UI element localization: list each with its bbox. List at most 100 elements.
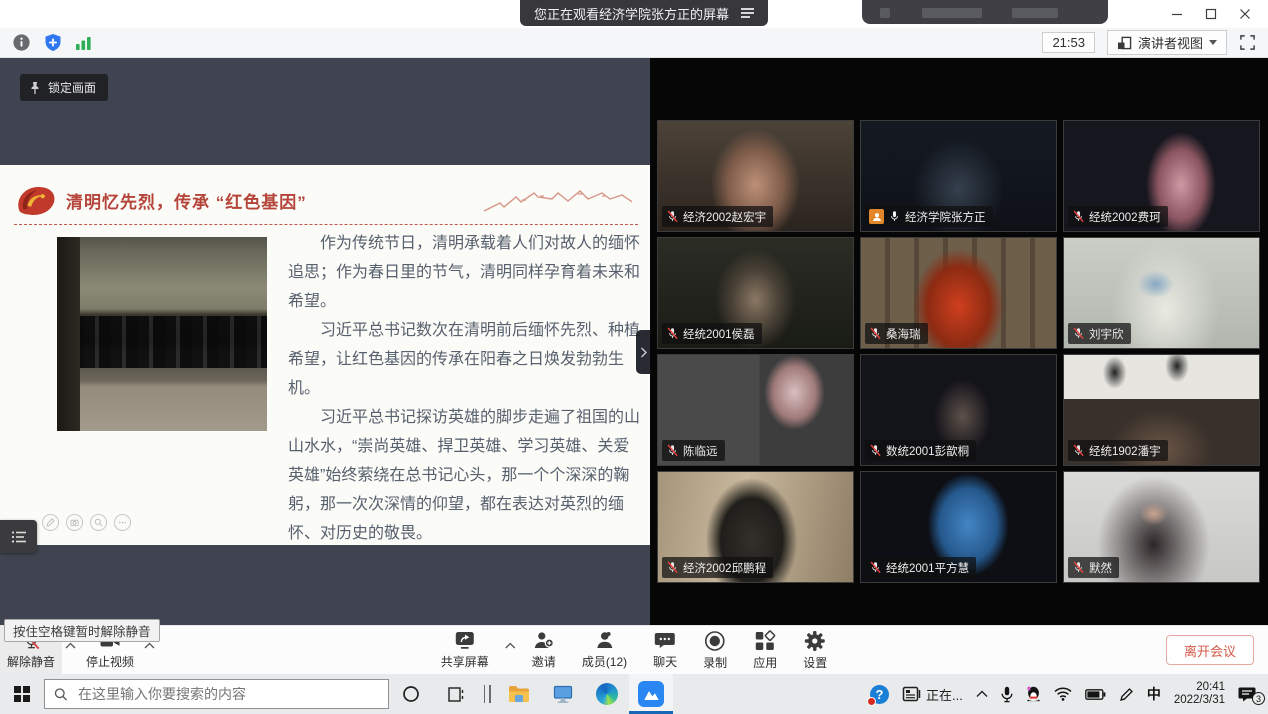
participant-label: 经统2002费珂 bbox=[1068, 206, 1168, 227]
wifi-icon[interactable] bbox=[1054, 687, 1072, 701]
close-button[interactable] bbox=[1228, 2, 1262, 26]
party-emblem-icon bbox=[14, 182, 58, 220]
fullscreen-icon[interactable] bbox=[1239, 34, 1256, 51]
members-label: 成员(12) bbox=[582, 653, 627, 670]
floating-bar-icon bbox=[922, 8, 982, 18]
meeting-window: 您正在观看经济学院张方正的屏幕 bbox=[0, 0, 1268, 714]
start-button[interactable] bbox=[0, 674, 44, 714]
mic-muted-icon bbox=[666, 444, 679, 457]
person-icon bbox=[872, 212, 882, 222]
pin-icon bbox=[29, 81, 41, 95]
settings-button[interactable]: 设置 bbox=[790, 630, 840, 671]
maximize-button[interactable] bbox=[1194, 2, 1228, 26]
search-input[interactable] bbox=[76, 685, 379, 703]
video-tile[interactable]: 经统1902潘宇 bbox=[1063, 354, 1260, 466]
mic-muted-icon bbox=[666, 561, 679, 574]
participant-label: 经济2002邱鹏程 bbox=[662, 557, 773, 578]
taskbar-clock[interactable]: 20:41 2022/3/31 bbox=[1174, 681, 1225, 708]
floating-bar-icon bbox=[1012, 8, 1058, 18]
security-shield-icon[interactable] bbox=[43, 33, 63, 53]
unmute-label: 解除静音 bbox=[7, 653, 55, 670]
minimize-button[interactable] bbox=[1160, 2, 1194, 26]
mic-muted-icon bbox=[869, 327, 882, 340]
apps-button[interactable]: 应用 bbox=[740, 630, 790, 671]
slide-paragraph: 作为传统节日，清明承载着人们对故人的缅怀追思；作为春日里的节气，清明同样孕育着未… bbox=[288, 229, 640, 316]
participant-label: 数统2001彭歆桐 bbox=[865, 440, 976, 461]
annotation-menu-button[interactable] bbox=[0, 520, 37, 553]
news-widget[interactable]: 正在... bbox=[902, 685, 963, 704]
video-tile[interactable]: 数统2001彭歆桐 bbox=[860, 354, 1057, 466]
video-tile[interactable]: 陈临远 bbox=[657, 354, 854, 466]
video-tile[interactable]: 刘宇欣 bbox=[1063, 237, 1260, 349]
close-icon bbox=[1239, 8, 1251, 20]
participant-name: 经济学院张方正 bbox=[905, 209, 986, 225]
zoom-tool-icon[interactable] bbox=[90, 514, 107, 531]
pin-view-button[interactable]: 锁定画面 bbox=[20, 74, 108, 101]
layout-icon bbox=[1117, 36, 1132, 50]
cortana-button[interactable] bbox=[389, 674, 433, 714]
participant-label: 经统2001侯磊 bbox=[662, 323, 762, 344]
video-tile[interactable]: 桑海瑞 bbox=[860, 237, 1057, 349]
apps-grid-icon bbox=[754, 630, 776, 652]
tray-expand-chevron[interactable] bbox=[976, 690, 988, 698]
members-button[interactable]: 成员(12) bbox=[569, 630, 640, 670]
annotation-tools bbox=[42, 514, 131, 531]
video-tile[interactable]: 经济2002邱鹏程 bbox=[657, 471, 854, 583]
qq-tray-icon[interactable] bbox=[1026, 686, 1041, 703]
ime-indicator[interactable]: 中 bbox=[1147, 684, 1161, 704]
video-tile[interactable]: 经统2001侯磊 bbox=[657, 237, 854, 349]
shared-screen-panel: 锁定画面 清明忆先烈，传承 “红色基因” bbox=[0, 58, 650, 625]
pen-icon[interactable] bbox=[1119, 687, 1134, 702]
video-tile[interactable]: 经济学院张方正 bbox=[860, 120, 1057, 232]
task-view-button[interactable] bbox=[433, 674, 477, 714]
floating-controls-bar[interactable] bbox=[862, 0, 1108, 24]
this-pc-button[interactable] bbox=[541, 674, 585, 714]
system-tray: ? 正在... bbox=[870, 681, 1268, 708]
video-tile[interactable]: 经统2001平方慧 bbox=[860, 471, 1057, 583]
participant-name: 经统1902潘宇 bbox=[1089, 443, 1161, 459]
watching-banner[interactable]: 您正在观看经济学院张方正的屏幕 bbox=[520, 0, 768, 26]
chat-button[interactable]: 聊天 bbox=[640, 630, 690, 670]
chat-icon bbox=[654, 630, 676, 651]
notification-count-badge: 3 bbox=[1252, 692, 1265, 705]
screenshot-tool-icon[interactable] bbox=[66, 514, 83, 531]
share-options-chevron[interactable] bbox=[502, 636, 519, 654]
banner-menu-icon[interactable] bbox=[741, 8, 754, 18]
leave-meeting-button[interactable]: 离开会议 bbox=[1166, 635, 1254, 665]
floating-bar-icon bbox=[880, 8, 890, 18]
mic-muted-icon bbox=[666, 327, 679, 340]
view-mode-dropdown[interactable]: 演讲者视图 bbox=[1107, 30, 1227, 55]
meeting-app-button[interactable] bbox=[629, 674, 673, 714]
panel-collapse-handle[interactable] bbox=[636, 330, 650, 374]
titlebar: 您正在观看经济学院张方正的屏幕 bbox=[0, 0, 1268, 28]
edge-icon bbox=[596, 683, 618, 705]
chevron-right-icon bbox=[640, 347, 647, 358]
maximize-icon bbox=[1205, 8, 1217, 20]
folder-icon bbox=[508, 685, 530, 703]
presentation-slide: 清明忆先烈，传承 “红色基因” 作为传统节日，清明承载着人们对故人的缅怀追思；作… bbox=[0, 165, 650, 545]
video-tile[interactable]: 经济2002赵宏宇 bbox=[657, 120, 854, 232]
members-icon bbox=[593, 630, 615, 651]
battery-icon[interactable] bbox=[1085, 689, 1106, 700]
pen-tool-icon[interactable] bbox=[42, 514, 59, 531]
invite-button[interactable]: 邀请 bbox=[519, 630, 569, 670]
video-tile[interactable]: 默然 bbox=[1063, 471, 1260, 583]
microphone-tray-icon[interactable] bbox=[1001, 686, 1013, 703]
info-icon[interactable] bbox=[12, 33, 31, 52]
more-tools-icon[interactable] bbox=[114, 514, 131, 531]
participant-label: 经济2002赵宏宇 bbox=[662, 206, 773, 227]
mic-muted-icon bbox=[1072, 561, 1085, 574]
edge-browser-button[interactable] bbox=[585, 674, 629, 714]
watching-banner-text: 您正在观看经济学院张方正的屏幕 bbox=[534, 4, 729, 23]
video-tile[interactable]: 经统2002费珂 bbox=[1063, 120, 1260, 232]
share-screen-button[interactable]: 共享屏幕 bbox=[428, 630, 502, 670]
meeting-toolbar: 按住空格键暂时解除静音 解除静音 停止视频 bbox=[0, 625, 1268, 674]
help-notification-icon[interactable]: ? bbox=[870, 685, 889, 704]
share-screen-icon bbox=[453, 630, 477, 651]
file-explorer-button[interactable] bbox=[497, 674, 541, 714]
network-signal-icon[interactable] bbox=[75, 35, 93, 51]
taskbar-search[interactable] bbox=[44, 679, 389, 709]
record-button[interactable]: 录制 bbox=[690, 630, 740, 671]
participant-name: 陈临远 bbox=[683, 443, 718, 459]
action-center-button[interactable]: 3 bbox=[1238, 686, 1256, 702]
